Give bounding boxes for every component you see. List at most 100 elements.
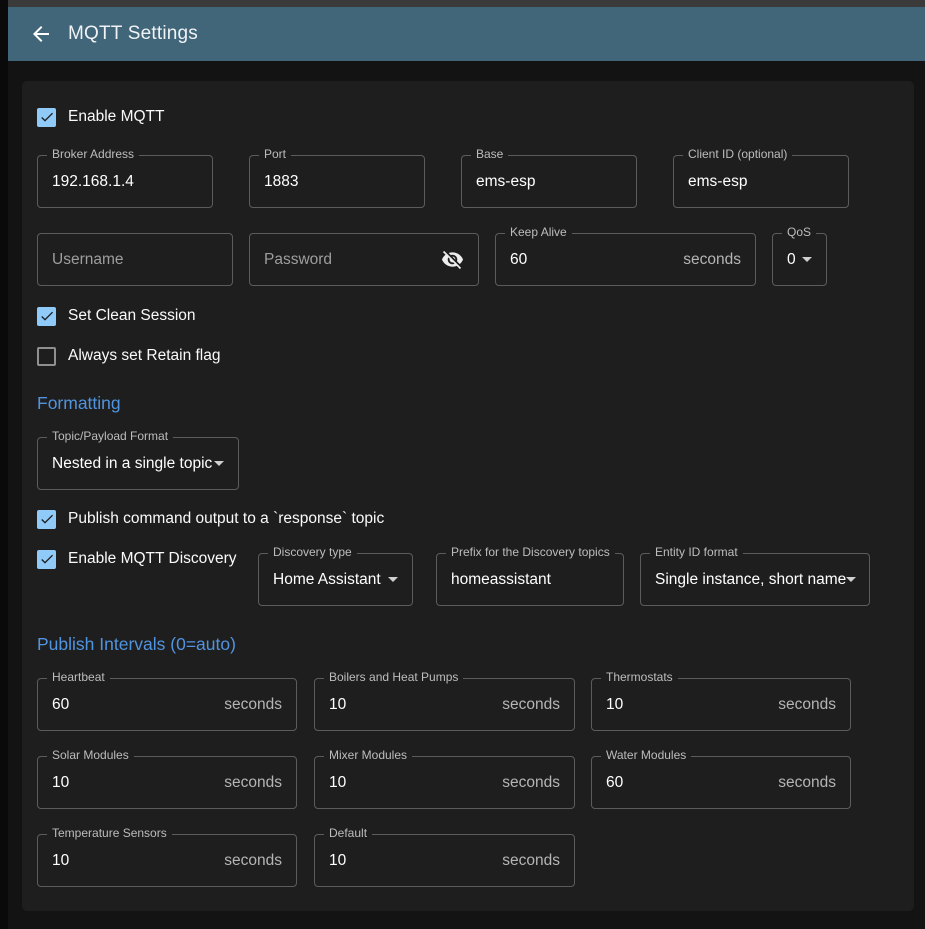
qos-select[interactable]: QoS 0 (772, 233, 827, 286)
keep-alive-label: Keep Alive (505, 225, 572, 239)
client-id-value: ems-esp (688, 173, 747, 191)
port-field[interactable]: Port 1883 (249, 155, 425, 208)
interval-label: Solar Modules (47, 748, 134, 762)
client-id-field[interactable]: Client ID (optional) ems-esp (673, 155, 849, 208)
port-label: Port (259, 147, 291, 161)
interval-mixer-field[interactable]: Mixer Modules 10 seconds (314, 756, 575, 809)
check-icon (39, 551, 55, 567)
check-icon (39, 511, 55, 527)
topic-format-value: Nested in a single topic (52, 455, 212, 473)
enable-discovery-row[interactable]: Enable MQTT Discovery (37, 549, 237, 569)
entity-format-label: Entity ID format (650, 545, 743, 559)
window-left-strip (0, 0, 8, 929)
formatting-heading: Formatting (37, 393, 121, 414)
publish-response-label: Publish command output to a `response` t… (68, 510, 384, 528)
qos-label: QoS (782, 225, 816, 239)
keep-alive-value: 60 (510, 251, 527, 269)
interval-heartbeat-field[interactable]: Heartbeat 60 seconds (37, 678, 297, 731)
retain-flag-checkbox[interactable] (37, 347, 56, 366)
base-field[interactable]: Base ems-esp (461, 155, 637, 208)
topic-format-select[interactable]: Topic/Payload Format Nested in a single … (37, 437, 239, 490)
interval-default-field[interactable]: Default 10 seconds (314, 834, 575, 887)
publish-response-checkbox[interactable] (37, 510, 56, 529)
interval-label: Temperature Sensors (47, 826, 172, 840)
interval-water-field[interactable]: Water Modules 60 seconds (591, 756, 851, 809)
entity-format-value: Single instance, short name (655, 571, 846, 589)
interval-value: 10 (329, 696, 346, 714)
username-field[interactable]: Username (37, 233, 233, 286)
discovery-prefix-value: homeassistant (451, 571, 551, 589)
enable-mqtt-row[interactable]: Enable MQTT (37, 107, 164, 127)
clean-session-row[interactable]: Set Clean Session (37, 306, 196, 326)
interval-value: 10 (52, 774, 69, 792)
discovery-prefix-field[interactable]: Prefix for the Discovery topics homeassi… (436, 553, 624, 606)
interval-unit: seconds (224, 852, 282, 870)
clean-session-checkbox[interactable] (37, 307, 56, 326)
password-placeholder: Password (264, 251, 332, 269)
interval-unit: seconds (502, 852, 560, 870)
enable-discovery-checkbox[interactable] (37, 550, 56, 569)
page-title: MQTT Settings (68, 23, 198, 45)
publish-response-row[interactable]: Publish command output to a `response` t… (37, 509, 384, 529)
interval-value: 10 (52, 852, 69, 870)
retain-flag-row[interactable]: Always set Retain flag (37, 346, 221, 366)
discovery-prefix-label: Prefix for the Discovery topics (446, 545, 615, 559)
interval-unit: seconds (224, 774, 282, 792)
interval-value: 10 (329, 774, 346, 792)
publish-intervals-heading: Publish Intervals (0=auto) (37, 634, 236, 655)
dropdown-caret-icon (388, 577, 398, 582)
interval-unit: seconds (502, 774, 560, 792)
discovery-type-value: Home Assistant (273, 571, 381, 589)
check-icon (39, 109, 55, 125)
interval-value: 60 (606, 774, 623, 792)
qos-value: 0 (787, 251, 796, 269)
check-icon (39, 308, 55, 324)
interval-label: Mixer Modules (324, 748, 412, 762)
broker-address-field[interactable]: Broker Address 192.168.1.4 (37, 155, 213, 208)
broker-address-label: Broker Address (47, 147, 139, 161)
clean-session-label: Set Clean Session (68, 307, 196, 325)
dropdown-caret-icon (802, 257, 812, 262)
settings-card: Enable MQTT Broker Address 192.168.1.4 P… (22, 81, 914, 911)
enable-mqtt-label: Enable MQTT (68, 108, 164, 126)
visibility-off-icon[interactable] (441, 248, 464, 271)
interval-thermostats-field[interactable]: Thermostats 10 seconds (591, 678, 851, 731)
discovery-type-label: Discovery type (268, 545, 357, 559)
enable-mqtt-checkbox[interactable] (37, 108, 56, 127)
enable-discovery-label: Enable MQTT Discovery (68, 550, 237, 568)
username-placeholder: Username (52, 251, 124, 269)
interval-label: Heartbeat (47, 670, 110, 684)
back-button[interactable] (28, 21, 54, 47)
interval-unit: seconds (778, 696, 836, 714)
topic-format-label: Topic/Payload Format (47, 429, 173, 443)
entity-format-select[interactable]: Entity ID format Single instance, short … (640, 553, 870, 606)
password-field[interactable]: Password (249, 233, 479, 286)
interval-unit: seconds (502, 696, 560, 714)
retain-flag-label: Always set Retain flag (68, 347, 221, 365)
interval-unit: seconds (224, 696, 282, 714)
interval-solar-field[interactable]: Solar Modules 10 seconds (37, 756, 297, 809)
interval-value: 10 (606, 696, 623, 714)
appbar: MQTT Settings (8, 7, 925, 61)
interval-value: 60 (52, 696, 69, 714)
interval-boilers-field[interactable]: Boilers and Heat Pumps 10 seconds (314, 678, 575, 731)
dropdown-caret-icon (214, 461, 224, 466)
base-value: ems-esp (476, 173, 535, 191)
interval-label: Default (324, 826, 372, 840)
base-label: Base (471, 147, 508, 161)
dropdown-caret-icon (846, 577, 856, 582)
broker-address-value: 192.168.1.4 (52, 173, 134, 191)
client-id-label: Client ID (optional) (683, 147, 792, 161)
interval-unit: seconds (778, 774, 836, 792)
interval-label: Water Modules (601, 748, 691, 762)
discovery-type-select[interactable]: Discovery type Home Assistant (258, 553, 413, 606)
port-value: 1883 (264, 173, 298, 191)
interval-value: 10 (329, 852, 346, 870)
keep-alive-field[interactable]: Keep Alive 60 seconds (495, 233, 756, 286)
keep-alive-unit: seconds (683, 251, 741, 269)
interval-label: Boilers and Heat Pumps (324, 670, 463, 684)
arrow-left-icon (29, 22, 53, 46)
window-top-strip (0, 0, 925, 7)
interval-label: Thermostats (601, 670, 678, 684)
interval-temperature-field[interactable]: Temperature Sensors 10 seconds (37, 834, 297, 887)
